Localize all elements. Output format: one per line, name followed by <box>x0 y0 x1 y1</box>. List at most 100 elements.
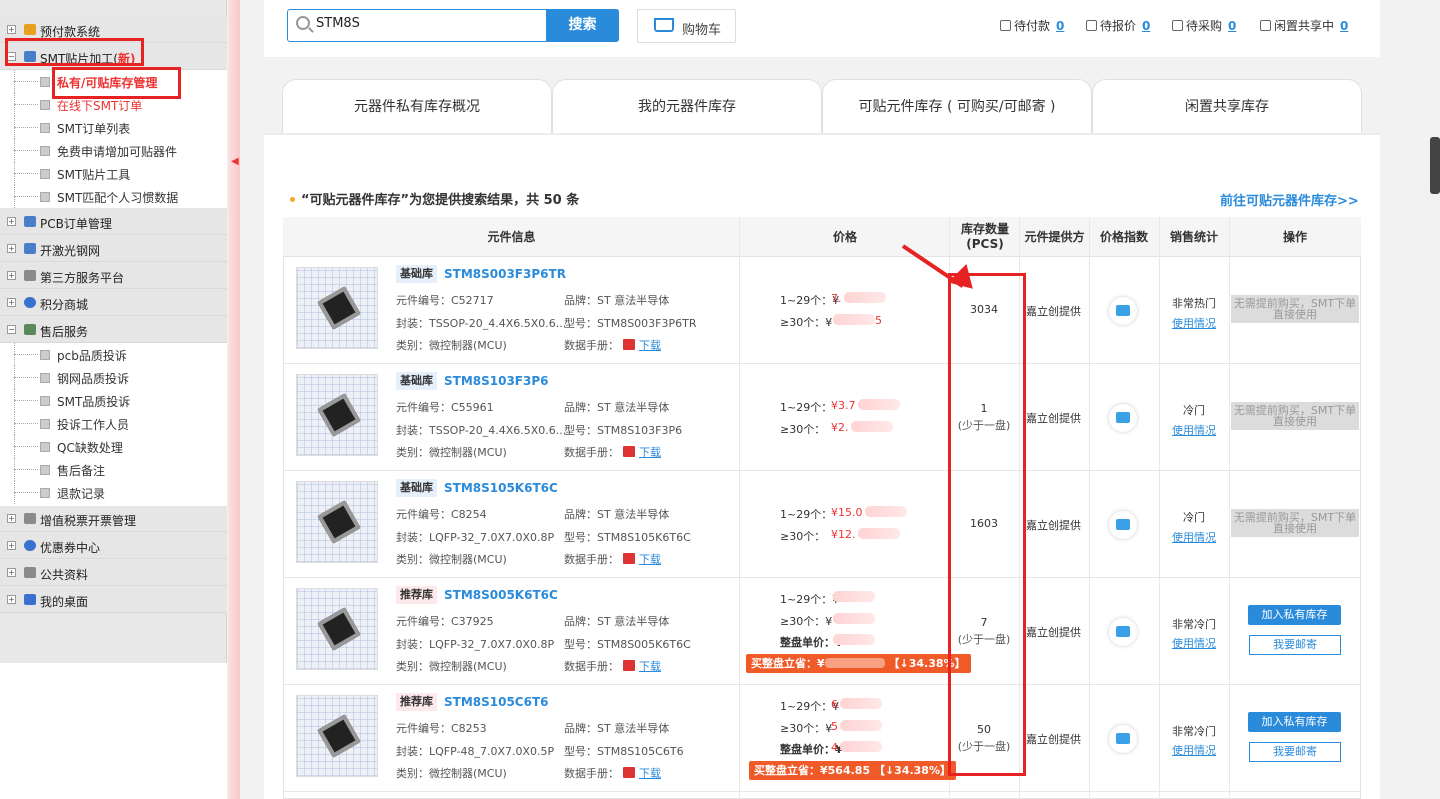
product-image[interactable] <box>296 267 378 349</box>
expand-icon[interactable]: + <box>7 514 16 523</box>
stat-pending-quote[interactable]: 待报价 0 <box>1086 17 1150 34</box>
sidebar-item-coupons[interactable]: + 优惠券中心 <box>0 533 227 559</box>
product-image[interactable] <box>296 588 378 670</box>
tab-my-stock[interactable]: 我的元器件库存 <box>552 79 822 133</box>
pdf-icon <box>623 767 635 778</box>
tab-private-overview[interactable]: 元器件私有库存概况 <box>282 79 552 133</box>
search-button[interactable]: 搜索 <box>546 9 619 42</box>
expand-icon[interactable]: + <box>7 541 16 550</box>
mail-request-button[interactable]: 我要邮寄 <box>1249 635 1341 655</box>
sidebar-subitem-staff-complaint[interactable]: 投诉工作人员 <box>0 412 227 435</box>
usage-link[interactable]: 使用情况 <box>1160 422 1228 438</box>
sidebar-subitem-stencil-complaint[interactable]: 钢网品质投诉 <box>0 366 227 389</box>
download-link[interactable]: 下载 <box>639 553 661 566</box>
part-number-link[interactable]: STM8S005K6T6C <box>444 588 558 602</box>
goto-mountable-link[interactable]: 前往可贴元器件库存>> <box>1220 190 1359 209</box>
stat-value[interactable]: 0 <box>1142 19 1150 33</box>
part-model: 型号：STM8S103F3P6 <box>564 424 683 437</box>
stat-value[interactable]: 0 <box>1056 19 1064 33</box>
stat-pending-purchase[interactable]: 待采购 0 <box>1172 17 1236 34</box>
download-link[interactable]: 下载 <box>639 339 661 352</box>
product-image[interactable] <box>296 374 378 456</box>
expand-icon[interactable]: + <box>7 217 16 226</box>
part-number-link[interactable]: STM8S105C6T6 <box>444 695 549 709</box>
sidebar-toggle[interactable] <box>228 0 240 799</box>
expand-icon[interactable]: + <box>7 271 16 280</box>
part-number-link[interactable]: STM8S003F3P6TR <box>444 267 566 281</box>
bulk-deal-badge: 买整盘立省：¥ 【↓34.38%】 <box>746 654 971 673</box>
pdf-icon <box>623 339 635 350</box>
sales-level: 非常冷门 <box>1172 725 1216 738</box>
part-category: 类别：微控制器(MCU) <box>396 339 507 352</box>
sidebar-item-stencil[interactable]: + 开激光钢网 <box>0 236 227 262</box>
stat-value[interactable]: 0 <box>1228 19 1236 33</box>
tab-idle-shared[interactable]: 闲置共享库存 <box>1092 79 1362 133</box>
price-value <box>831 634 875 647</box>
part-number-link[interactable]: STM8S103F3P6 <box>444 374 549 388</box>
sidebar-subitem-after-sales-notes[interactable]: 售后备注 <box>0 458 227 481</box>
expand-icon[interactable]: + <box>7 568 16 577</box>
product-image[interactable] <box>296 481 378 563</box>
sidebar-item-after-sales[interactable]: − 售后服务 <box>0 317 227 343</box>
collapse-icon[interactable]: − <box>7 325 16 334</box>
price-value: 5 <box>831 720 882 733</box>
sidebar-item-public-docs[interactable]: + 公共资料 <box>0 560 227 586</box>
price-chart-icon[interactable] <box>1109 618 1137 646</box>
sidebar-item-desktop[interactable]: + 我的桌面 <box>0 587 227 613</box>
sidebar-subitem-pcb-complaint[interactable]: pcb品质投诉 <box>0 343 227 366</box>
datasheet: 数据手册： 下载 <box>564 446 661 459</box>
collapse-left-icon[interactable]: ◀ <box>231 156 239 167</box>
expand-icon[interactable]: + <box>7 244 16 253</box>
download-link[interactable]: 下载 <box>639 446 661 459</box>
box-icon <box>1260 20 1271 31</box>
part-number-link[interactable]: STM8S105K6T6C <box>444 481 558 495</box>
usage-link[interactable]: 使用情况 <box>1160 315 1228 331</box>
sidebar-subitem-qc-shortage[interactable]: QC缺数处理 <box>0 435 227 458</box>
sidebar-subitem-smt-complaint[interactable]: SMT品质投诉 <box>0 389 227 412</box>
price-tier-label: ≥30个：¥ <box>780 722 833 735</box>
sidebar-subitem-apply-parts[interactable]: 免费申请增加可贴器件 <box>0 139 227 162</box>
page-icon <box>40 465 50 475</box>
sidebar-item-invoice[interactable]: + 增值税票开票管理 <box>0 506 227 532</box>
page-icon <box>40 100 50 110</box>
window-icon <box>24 567 36 578</box>
scrollbar-thumb[interactable] <box>1430 137 1440 194</box>
sidebar-item-points[interactable]: + 积分商城 <box>0 290 227 316</box>
tab-mountable-stock[interactable]: 可贴元件库存 ( 可购买/可邮寄 ) <box>822 79 1092 133</box>
sidebar-item-third-party[interactable]: + 第三方服务平台 <box>0 263 227 289</box>
price-value: ¥2. <box>831 421 893 434</box>
sidebar-subitem-refunds[interactable]: 退款记录 <box>0 481 227 504</box>
price-chart-icon[interactable] <box>1109 404 1137 432</box>
sidebar-subitem-order-list[interactable]: SMT订单列表 <box>0 116 227 139</box>
usage-link[interactable]: 使用情况 <box>1160 635 1228 651</box>
search-input[interactable] <box>316 16 536 31</box>
price-chart-icon[interactable] <box>1109 297 1137 325</box>
stat-idle-sharing[interactable]: 闲置共享中 0 <box>1260 17 1348 34</box>
expand-icon[interactable]: + <box>7 298 16 307</box>
cart-button[interactable]: 购物车 <box>637 9 736 43</box>
download-link[interactable]: 下载 <box>639 767 661 780</box>
part-brand: 品牌：ST 意法半导体 <box>564 722 670 735</box>
price-value: ¥15.0 <box>831 506 907 519</box>
sidebar-subitem-habit-data[interactable]: SMT匹配个人习惯数据 <box>0 185 227 208</box>
download-link[interactable]: 下载 <box>639 660 661 673</box>
add-private-stock-button[interactable]: 加入私有库存 <box>1248 712 1341 732</box>
expand-icon[interactable]: + <box>7 25 16 34</box>
stat-pending-payment[interactable]: 待付款 0 <box>1000 17 1064 34</box>
sidebar-subitem-smt-tools[interactable]: SMT贴片工具 <box>0 162 227 185</box>
expand-icon[interactable]: + <box>7 595 16 604</box>
usage-link[interactable]: 使用情况 <box>1160 529 1228 545</box>
add-private-stock-button[interactable]: 加入私有库存 <box>1248 605 1341 625</box>
part-brand: 品牌：ST 意法半导体 <box>564 615 670 628</box>
price-chart-icon[interactable] <box>1109 511 1137 539</box>
scrollbar[interactable] <box>1428 0 1440 799</box>
supplier: 嘉立创提供 <box>1026 519 1081 532</box>
product-image[interactable] <box>296 695 378 777</box>
usage-link[interactable]: 使用情况 <box>1160 742 1228 758</box>
quote-icon <box>1086 20 1097 31</box>
col-actions: 操作 <box>1282 229 1307 244</box>
price-chart-icon[interactable] <box>1109 725 1137 753</box>
sidebar-item-pcb[interactable]: + PCB订单管理 <box>0 209 227 235</box>
mail-request-button[interactable]: 我要邮寄 <box>1249 742 1341 762</box>
stat-value[interactable]: 0 <box>1340 19 1348 33</box>
